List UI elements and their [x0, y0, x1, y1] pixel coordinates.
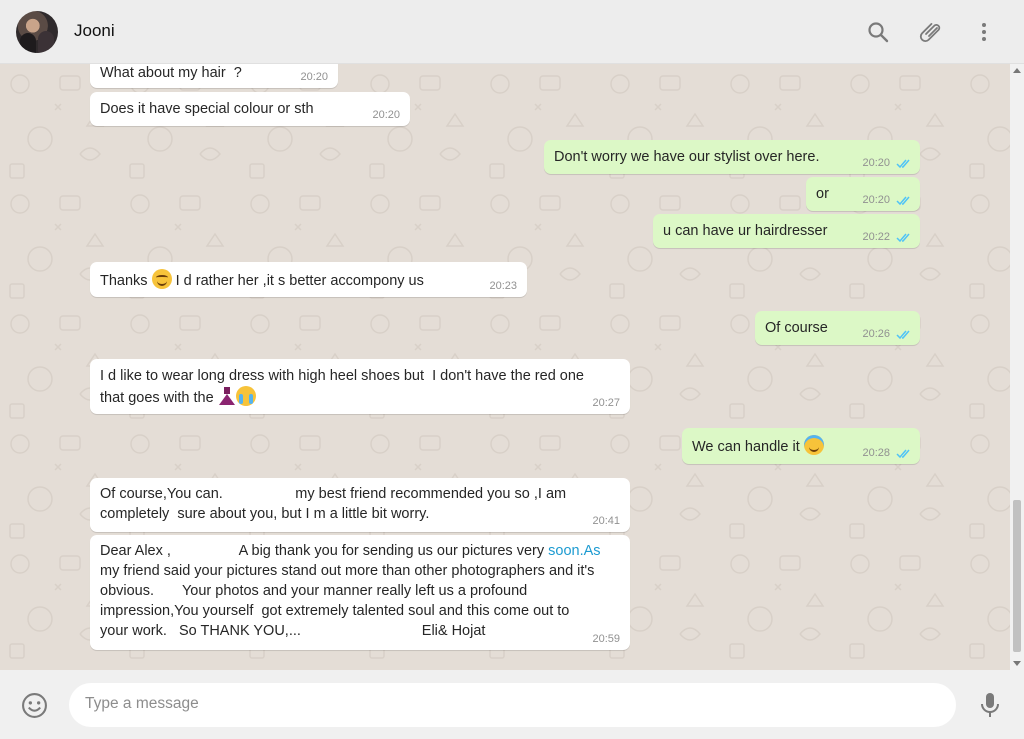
message-text-part: Dear Alex , A big thank you for sending … — [100, 543, 549, 559]
read-receipt-icon — [896, 449, 910, 459]
message-list: What about my hair ? 20:20 Does it have … — [0, 64, 1024, 670]
message-time: 20:20 — [862, 157, 890, 169]
message-text: What about my hair ? — [100, 65, 242, 81]
read-receipt-icon — [896, 159, 910, 169]
message-input-box[interactable] — [69, 683, 956, 727]
message-time: 20:27 — [592, 397, 620, 409]
message-time: 20:59 — [592, 633, 620, 645]
message-incoming[interactable]: Dear Alex , A big thank you for sending … — [90, 535, 630, 650]
message-incoming[interactable]: Thanks I d rather her ,it s better accom… — [90, 262, 527, 297]
message-text: I d like to wear long dress with high he… — [100, 368, 584, 384]
message-text: impression,You yourself got extremely ta… — [100, 603, 570, 619]
message-text-part: Thanks — [100, 273, 148, 289]
read-receipt-icon — [896, 233, 910, 243]
message-text: Dear Alex , A big thank you for sending … — [100, 541, 601, 561]
message-time: 20:22 — [862, 231, 890, 243]
message-time: 20:20 — [300, 71, 328, 83]
message-outgoing[interactable]: u can have ur hairdresser 20:22 — [653, 214, 920, 248]
message-text: that goes with the — [100, 386, 256, 408]
message-text: Of course — [765, 320, 828, 336]
message-time: 20:26 — [862, 328, 890, 340]
dress-icon — [218, 386, 236, 406]
message-text: We can handle it — [692, 435, 824, 457]
search-icon[interactable] — [866, 20, 890, 44]
message-composer — [0, 670, 1024, 739]
message-text: Don't worry we have our stylist over her… — [554, 149, 820, 165]
message-text: u can have ur hairdresser — [663, 223, 828, 239]
message-outgoing[interactable]: Don't worry we have our stylist over her… — [544, 140, 920, 174]
message-time: 20:20 — [862, 194, 890, 206]
message-text: Thanks I d rather her ,it s better accom… — [100, 269, 424, 291]
smiling-face-with-halo-icon — [803, 435, 824, 455]
message-text-part: We can handle it — [692, 439, 800, 455]
chat-header: Jooni — [0, 0, 1024, 64]
chat-scrollbar[interactable] — [1010, 64, 1024, 670]
message-outgoing[interactable]: We can handle it 20:28 — [682, 428, 920, 464]
message-input[interactable] — [85, 695, 935, 713]
read-receipt-icon — [896, 330, 910, 340]
message-text: Of course,You can. my best friend recomm… — [100, 486, 567, 502]
emoji-icon[interactable] — [21, 692, 48, 719]
contact-avatar[interactable] — [16, 11, 58, 53]
message-outgoing[interactable]: or 20:20 — [806, 177, 920, 211]
mic-icon[interactable] — [978, 691, 1002, 719]
message-incoming[interactable]: What about my hair ? 20:20 — [90, 64, 338, 88]
message-text: completely sure about you, but I m a lit… — [100, 506, 430, 522]
read-receipt-icon — [896, 196, 910, 206]
message-link[interactable]: soon.As — [548, 543, 600, 559]
scroll-up-arrow-icon[interactable] — [1013, 68, 1021, 73]
message-incoming[interactable]: Does it have special colour or sth 20:20 — [90, 92, 410, 126]
message-time: 20:20 — [372, 109, 400, 121]
scroll-thumb[interactable] — [1013, 500, 1021, 652]
contact-name[interactable]: Jooni — [74, 21, 115, 41]
attach-icon[interactable] — [919, 20, 943, 44]
message-text: Does it have special colour or sth — [100, 101, 314, 117]
message-text: my friend said your pictures stand out m… — [100, 563, 595, 579]
crying-face-icon — [235, 386, 256, 406]
message-text: your work. So THANK YOU,... Eli& Hojat — [100, 623, 486, 639]
message-incoming[interactable]: I d like to wear long dress with high he… — [90, 359, 630, 414]
message-text: or — [816, 186, 829, 202]
message-time: 20:23 — [489, 280, 517, 292]
message-outgoing[interactable]: Of course 20:26 — [755, 311, 920, 345]
smiling-face-icon — [151, 269, 172, 289]
scroll-down-arrow-icon[interactable] — [1013, 661, 1021, 666]
message-text-part: I d rather her ,it s better accompony us — [175, 273, 424, 289]
message-text-part: that goes with the — [100, 390, 214, 406]
message-text: obvious. Your photos and your manner rea… — [100, 583, 528, 599]
menu-icon[interactable] — [972, 20, 996, 44]
message-time: 20:41 — [592, 515, 620, 527]
message-incoming[interactable]: Of course,You can. my best friend recomm… — [90, 478, 630, 532]
message-time: 20:28 — [862, 447, 890, 459]
